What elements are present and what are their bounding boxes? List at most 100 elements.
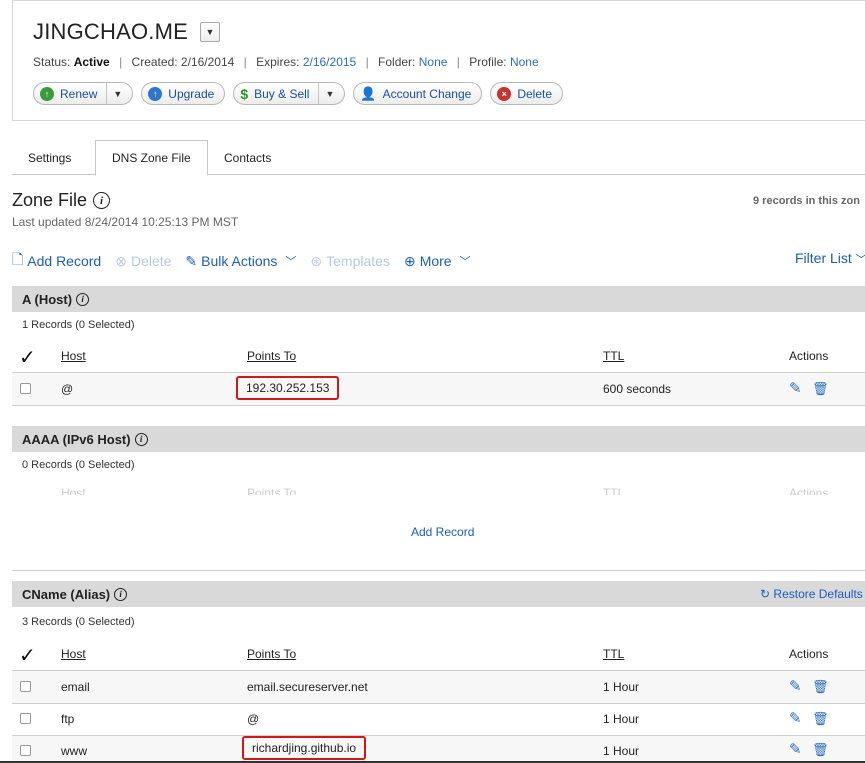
- faded-column-headers: Host Points To TTL Actions: [12, 487, 865, 495]
- records-count: 9 records in this zon: [753, 195, 860, 207]
- info-icon[interactable]: i: [76, 292, 90, 306]
- chevron-down-icon: ▼: [205, 27, 215, 37]
- edit-icon[interactable]: ✎: [789, 679, 804, 694]
- trash-icon[interactable]: 🗑: [812, 743, 829, 757]
- edit-icon[interactable]: ✎: [789, 742, 804, 757]
- bulk-actions-menu[interactable]: ✎ Bulk Actions ﹀: [185, 253, 296, 270]
- select-all-check-icon[interactable]: ✓: [19, 345, 36, 370]
- trash-icon[interactable]: 🗑: [812, 382, 829, 396]
- column-header-points-to[interactable]: Points To: [247, 647, 296, 661]
- info-icon[interactable]: i: [93, 192, 111, 209]
- domain-header-card: JINGCHAO.ME ▼ Status: Active | Created: …: [12, 0, 865, 121]
- tab-dns-zone-file[interactable]: DNS Zone File: [95, 140, 208, 176]
- table-row: ftp @ 1 Hour ✎ 🗑: [12, 704, 865, 735]
- column-header-host[interactable]: Host: [61, 349, 86, 363]
- section-title: AAAA (IPv6 Host): [22, 431, 131, 447]
- points-to-cell-highlighted: richardjing.github.io: [242, 736, 367, 760]
- host-cell: email: [61, 680, 90, 694]
- upgrade-button[interactable]: ↑ Upgrade: [141, 82, 226, 105]
- column-header-ttl[interactable]: TTL: [603, 349, 624, 363]
- points-to-cell: @: [247, 712, 260, 726]
- user-icon: 👤: [360, 85, 377, 101]
- templates-button[interactable]: ⊛ Templates: [310, 253, 390, 270]
- domain-actions: ↑ Renew ▼ ↑ Upgrade $ Buy & Sell ▼ 👤 Acc…: [33, 82, 563, 105]
- section-summary: 3 Records (0 Selected): [22, 616, 135, 628]
- filter-list-label: Filter List: [795, 250, 852, 266]
- section-header-aaaa: AAAA (IPv6 Host) i: [12, 426, 865, 452]
- chevron-down-icon: ▼: [325, 88, 335, 99]
- buy-sell-label: Buy & Sell: [254, 86, 310, 101]
- renew-button[interactable]: ↑ Renew ▼: [33, 82, 134, 105]
- templates-label: Templates: [326, 253, 390, 269]
- add-record-button[interactable]: 🗋 Add Record: [12, 249, 101, 273]
- column-header-host[interactable]: Host: [61, 647, 86, 661]
- column-header-points-to[interactable]: Points To: [247, 349, 296, 363]
- restore-defaults-link[interactable]: ↻ Restore Defaults: [760, 587, 863, 601]
- host-cell: @: [61, 382, 74, 396]
- section-summary: 1 Records (0 Selected): [22, 319, 135, 331]
- separator: |: [365, 55, 369, 69]
- bulk-actions-label: Bulk Actions: [201, 253, 278, 269]
- close-icon: ×: [497, 86, 512, 101]
- add-record-label: Add Record: [27, 253, 102, 269]
- info-icon[interactable]: i: [134, 432, 148, 446]
- select-all-check-icon[interactable]: ✓: [19, 643, 36, 668]
- buy-sell-dropdown-toggle[interactable]: ▼: [318, 83, 334, 104]
- host-cell: ftp: [61, 712, 75, 726]
- faded-points-to-label: Points To: [247, 487, 297, 495]
- chevron-down-icon: ▼: [113, 88, 123, 99]
- host-cell: www: [61, 744, 87, 758]
- more-menu[interactable]: ⊕ More ﹀: [404, 253, 471, 270]
- delete-domain-button[interactable]: × Delete: [490, 82, 563, 105]
- separator: |: [456, 55, 460, 69]
- delete-records-label: Delete: [130, 253, 172, 269]
- close-circle-icon: ⊗: [115, 252, 127, 269]
- row-checkbox[interactable]: [20, 383, 31, 394]
- tab-settings[interactable]: Settings: [12, 140, 87, 175]
- chevron-down-icon: ﹀: [285, 256, 297, 268]
- trash-icon[interactable]: 🗑: [812, 680, 829, 694]
- more-label: More: [419, 253, 452, 269]
- zone-title-text: Zone File: [12, 190, 88, 210]
- zone-toolbar: 🗋 Add Record ⊗ Delete ✎ Bulk Actions ﹀ ⊛…: [12, 249, 485, 273]
- table-row: email email.secureserver.net 1 Hour ✎ 🗑: [12, 671, 865, 703]
- ttl-cell: 1 Hour: [603, 744, 640, 758]
- points-to-cell-highlighted: 192.30.252.153: [236, 376, 340, 400]
- edit-icon[interactable]: ✎: [789, 711, 804, 726]
- delete-records-button[interactable]: ⊗ Delete: [115, 253, 171, 270]
- table-row: @ 192.30.252.153 600 seconds ✎ 🗑: [12, 373, 865, 405]
- filter-list-button[interactable]: Filter List ﹀: [795, 250, 865, 267]
- buy-sell-button[interactable]: $ Buy & Sell ▼: [233, 82, 346, 105]
- expires-value-link[interactable]: 2/16/2015: [303, 55, 356, 69]
- chevron-down-icon: ﹀: [459, 256, 471, 268]
- dollar-icon: $: [240, 85, 249, 102]
- account-change-button[interactable]: 👤 Account Change: [353, 82, 483, 105]
- row-checkbox[interactable]: [20, 681, 31, 692]
- refresh-icon: ↻: [760, 587, 771, 601]
- column-header-actions: Actions: [789, 647, 829, 661]
- domain-name: JINGCHAO.ME: [33, 19, 188, 44]
- info-icon[interactable]: i: [114, 587, 128, 601]
- upgrade-icon: ↑: [148, 86, 163, 101]
- arrow-circle-icon: ⊛: [310, 252, 323, 269]
- tab-bar: Settings DNS Zone File Contacts: [12, 140, 865, 176]
- column-header-ttl[interactable]: TTL: [603, 647, 624, 661]
- folder-value-link[interactable]: None: [419, 55, 448, 69]
- tab-contacts[interactable]: Contacts: [208, 140, 287, 175]
- renew-dropdown-toggle[interactable]: ▼: [106, 83, 122, 104]
- add-record-link[interactable]: Add Record: [411, 525, 474, 539]
- row-checkbox[interactable]: [20, 745, 31, 756]
- plus-circle-icon: ⊕: [403, 252, 416, 269]
- renew-label: Renew: [60, 86, 98, 101]
- zone-file-title: Zone File i: [12, 190, 111, 211]
- row-checkbox[interactable]: [20, 713, 31, 724]
- trash-icon[interactable]: 🗑: [812, 712, 829, 726]
- delete-label: Delete: [517, 86, 552, 101]
- edit-icon[interactable]: ✎: [789, 381, 804, 396]
- section-title: CName (Alias): [22, 586, 111, 602]
- profile-value-link[interactable]: None: [510, 55, 539, 69]
- column-header-actions: Actions: [789, 349, 829, 363]
- section-header-a-host: A (Host) i: [12, 286, 865, 312]
- domain-dropdown-button[interactable]: ▼: [200, 22, 220, 42]
- section-header-cname: CName (Alias) i: [12, 581, 865, 607]
